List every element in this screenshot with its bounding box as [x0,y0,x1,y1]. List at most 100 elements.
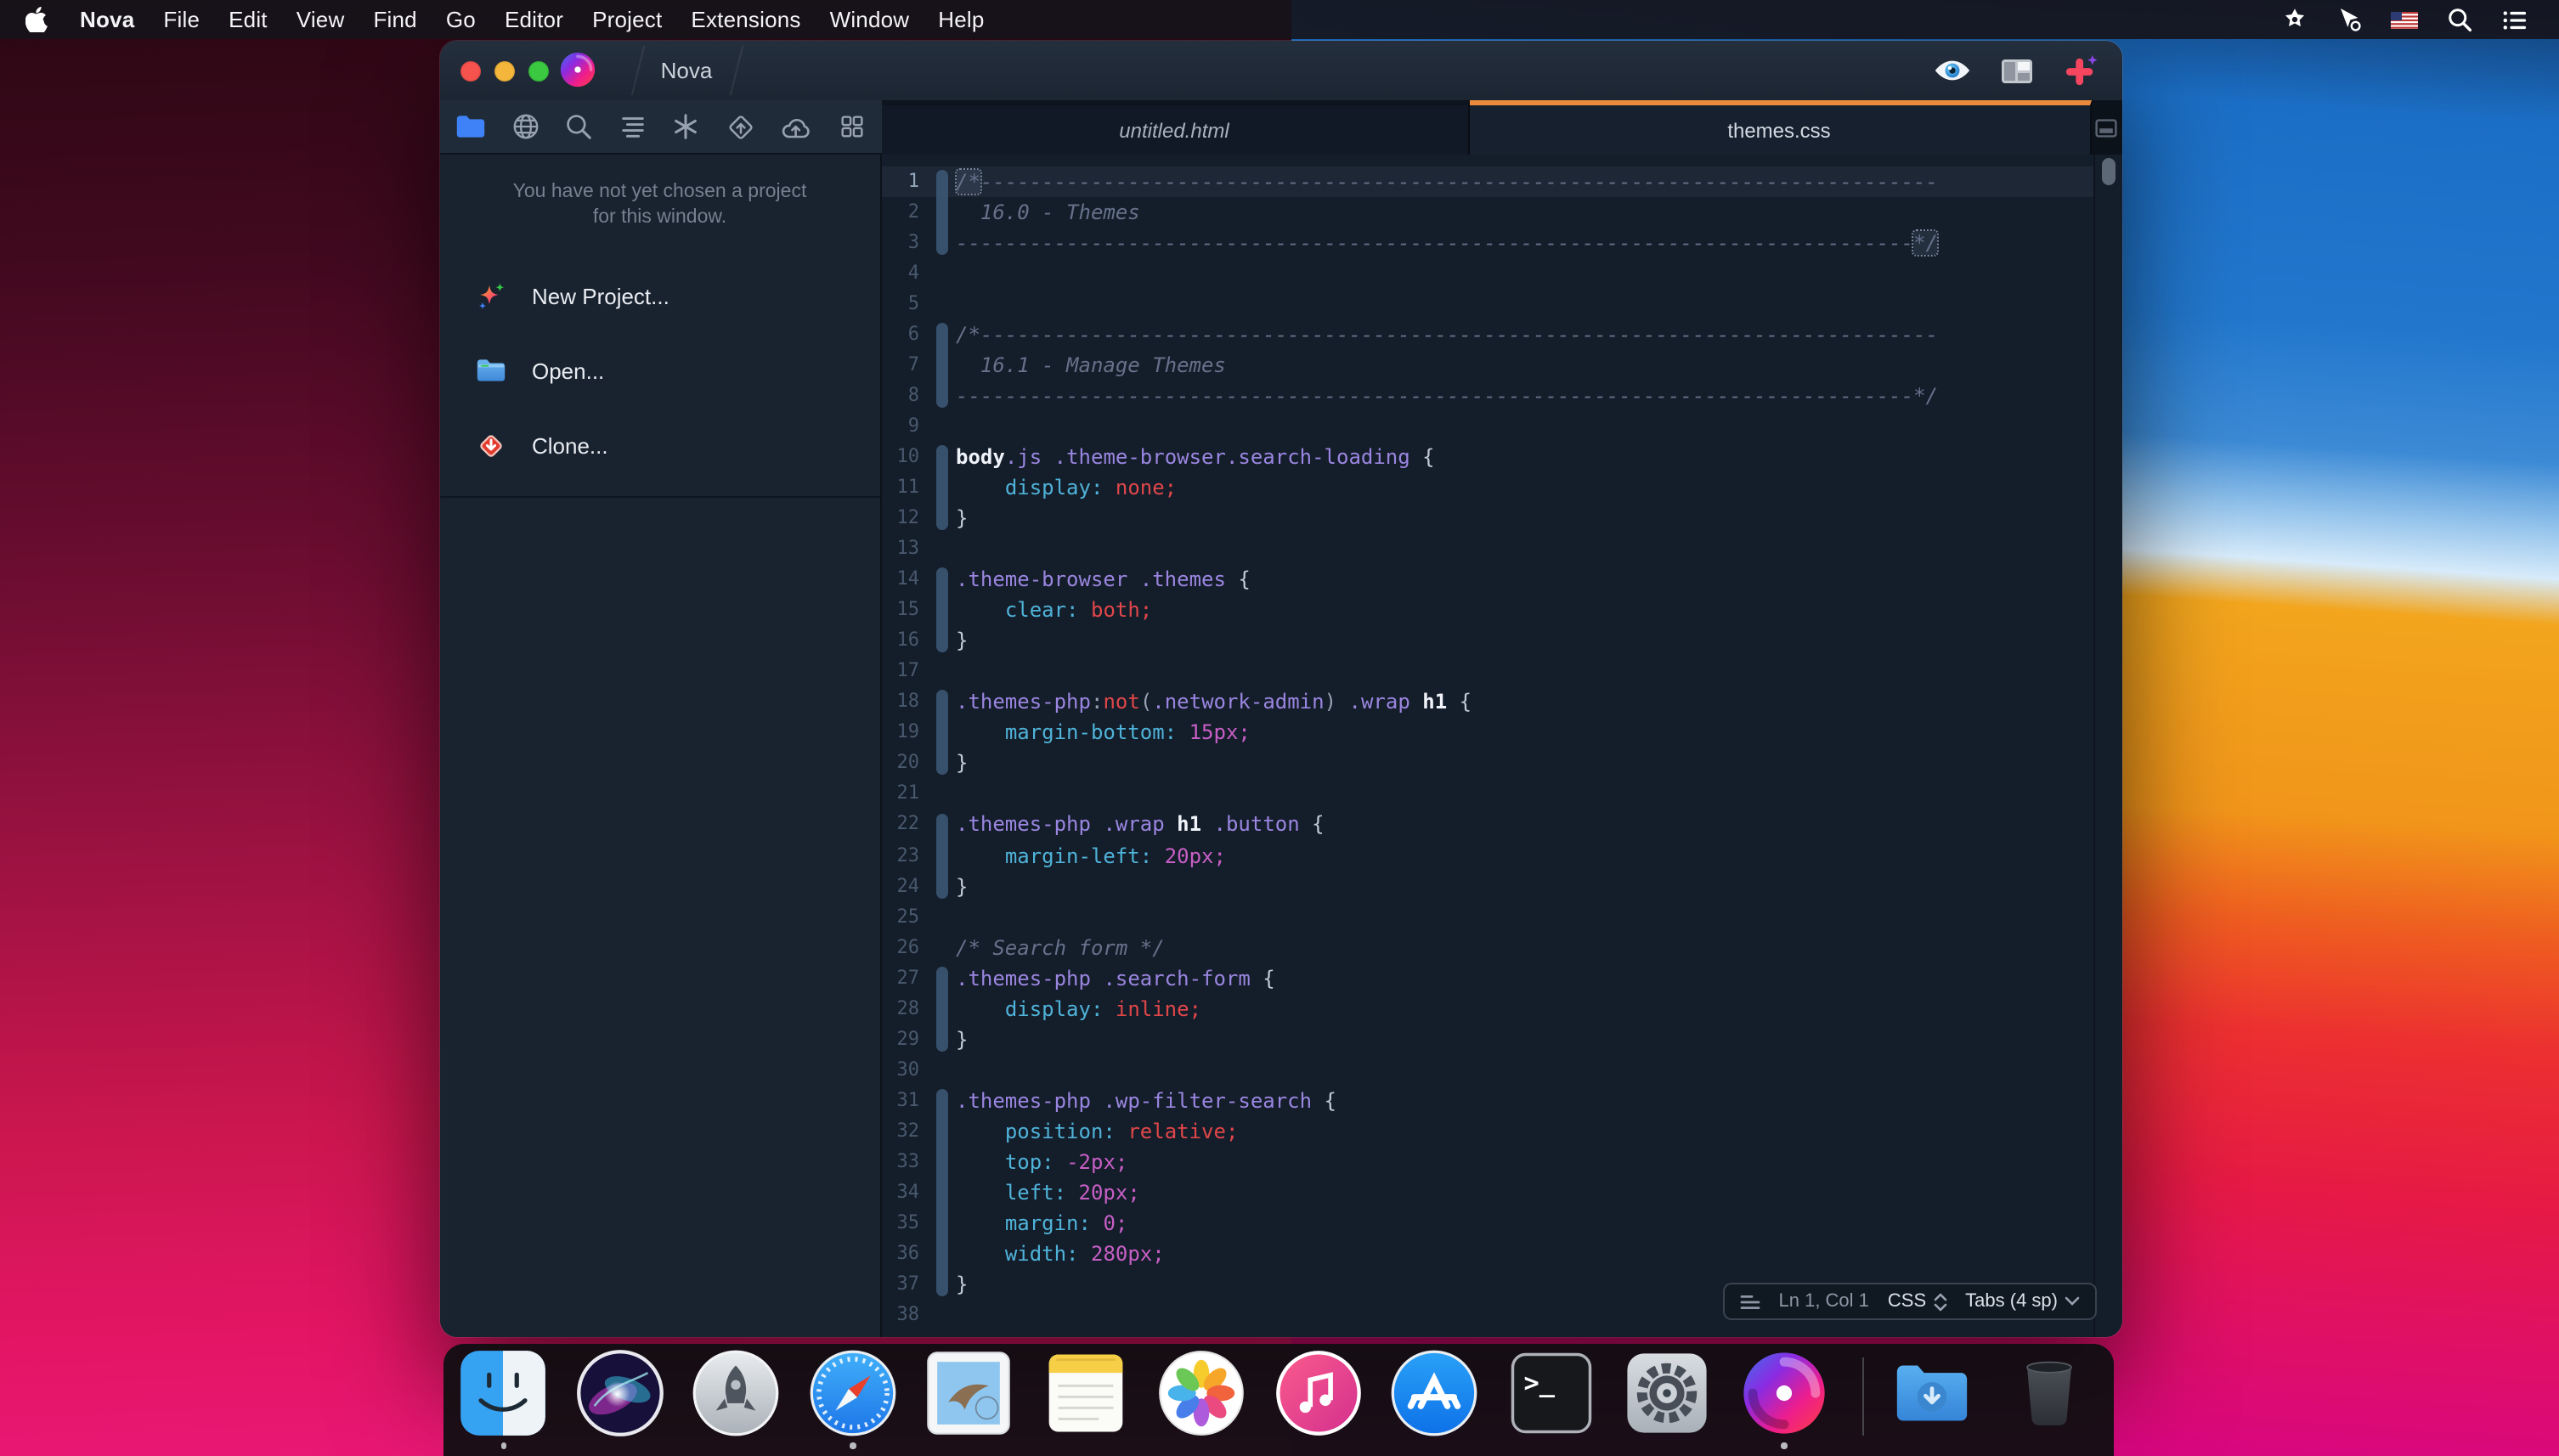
code-line[interactable]: 19 margin-bottom: 15px; [881,718,2095,748]
line-number[interactable]: 30 [881,1055,919,1086]
code-line[interactable]: 13 [881,533,2095,564]
fold-indicator[interactable] [936,967,947,1052]
action-clone[interactable]: Clone... [440,423,879,467]
dock-trash[interactable] [2004,1349,2093,1437]
fold-indicator[interactable] [936,1089,947,1297]
code-line[interactable]: 4 [881,257,2095,288]
code-line[interactable]: 6/*-------------------------------------… [881,319,2095,349]
code-line[interactable]: 17 [881,657,2095,687]
line-number[interactable]: 5 [881,288,919,319]
line-number[interactable]: 36 [881,1239,919,1269]
code-line[interactable]: 36 width: 280px; [881,1239,2095,1269]
symbols-icon[interactable] [671,112,700,141]
line-wrap-icon[interactable] [1740,1292,1760,1311]
menu-item-extensions[interactable]: Extensions [691,7,800,32]
line-number[interactable]: 29 [881,1024,919,1055]
line-number[interactable]: 14 [881,564,919,595]
code-line[interactable]: 11 display: none; [881,472,2095,503]
code-line[interactable]: 10body.js .theme-browser.search-loading … [881,442,2095,472]
line-number[interactable]: 3 [881,227,919,257]
line-number[interactable]: 19 [881,718,919,748]
line-number[interactable]: 28 [881,994,919,1024]
dock-launchpad[interactable] [692,1349,780,1437]
code-line[interactable]: 33 top: -2px; [881,1147,2095,1177]
list-icon[interactable] [2501,8,2528,31]
split-view-button[interactable] [2000,57,2034,84]
fold-indicator[interactable] [936,169,947,254]
fold-indicator[interactable] [936,445,947,530]
menu-item-go[interactable]: Go [446,7,476,32]
menu-item-edit[interactable]: Edit [229,7,268,32]
line-number[interactable]: 22 [881,810,919,840]
code-line[interactable]: 27.themes-php .search-form { [881,962,2095,993]
line-number[interactable]: 15 [881,595,919,625]
files-icon[interactable] [455,114,486,139]
line-number[interactable]: 18 [881,687,919,718]
line-number[interactable]: 24 [881,871,919,901]
menu-item-help[interactable]: Help [938,7,984,32]
dock-downloads[interactable] [1888,1349,1976,1437]
minimize-button[interactable] [494,60,515,81]
menu-item-find[interactable]: Find [373,7,416,32]
menu-item-window[interactable]: Window [830,7,910,32]
extensions-icon[interactable] [837,112,866,141]
code-line[interactable]: 25 [881,901,2095,932]
search-icon[interactable] [564,112,593,141]
code-line[interactable]: 5 [881,288,2095,319]
line-number[interactable]: 34 [881,1177,919,1208]
code-line[interactable]: 7 16.1 - Manage Themes [881,350,2095,381]
code-line[interactable]: 9 [881,411,2095,442]
title-bar[interactable]: Nova [440,41,2122,102]
new-file-button[interactable] [2063,54,2099,87]
code-line[interactable]: 15 clear: both; [881,595,2095,625]
code-line[interactable]: 14.theme-browser .themes { [881,564,2095,595]
line-number[interactable]: 9 [881,411,919,442]
code-line[interactable]: 34 left: 20px; [881,1177,2095,1208]
publish-icon[interactable] [780,113,812,140]
tab-untitled.html[interactable]: untitled.html [881,100,1469,155]
spotlight-icon[interactable] [2447,7,2472,32]
code-line[interactable]: 3---------------------------------------… [881,227,2095,257]
fold-indicator[interactable] [936,323,947,408]
line-number[interactable]: 31 [881,1086,919,1116]
dock-safari[interactable] [808,1349,896,1437]
code-line[interactable]: 35 margin: 0; [881,1208,2095,1239]
code-line[interactable]: 8---------------------------------------… [881,381,2095,411]
code-line[interactable]: 20} [881,748,2095,779]
line-number[interactable]: 10 [881,442,919,472]
apple-menu-icon[interactable] [25,7,48,32]
code-line[interactable]: 1/*-------------------------------------… [881,166,2095,196]
line-number[interactable]: 6 [881,319,919,349]
line-number[interactable]: 38 [881,1300,919,1330]
line-number[interactable]: 13 [881,533,919,564]
line-number[interactable]: 37 [881,1269,919,1300]
code-line[interactable]: 28 display: inline; [881,994,2095,1024]
avast-icon[interactable] [2282,7,2308,32]
code-line[interactable]: 21 [881,779,2095,810]
line-number[interactable]: 25 [881,901,919,932]
preview-eye-button[interactable] [1934,58,1971,83]
dock-photos[interactable] [1157,1349,1246,1437]
menu-item-nova[interactable]: Nova [80,7,134,32]
tab-themes.css[interactable]: themes.css [1469,100,2091,155]
action-new-project[interactable]: New Project... [440,274,879,318]
code-line[interactable]: 24} [881,871,2095,901]
menu-item-project[interactable]: Project [592,7,662,32]
language-selector[interactable]: CSS [1888,1291,1946,1312]
line-number[interactable]: 21 [881,779,919,810]
code-line[interactable]: 31.themes-php .wp-filter-search { [881,1086,2095,1116]
dock-siri[interactable] [575,1349,664,1437]
code-line[interactable]: 18.themes-php:not(.network-admin) .wrap … [881,687,2095,718]
line-number[interactable]: 17 [881,657,919,687]
outline-icon[interactable] [618,112,647,141]
close-button[interactable] [460,60,481,81]
dock-nova[interactable] [1739,1349,1827,1437]
line-number[interactable]: 1 [881,166,919,196]
code-line[interactable]: 22.themes-php .wrap h1 .button { [881,810,2095,840]
scrollbar-track[interactable] [2093,155,2122,1337]
line-number[interactable]: 32 [881,1116,919,1147]
dock-mail[interactable] [924,1349,1013,1437]
editor-layout-toggle[interactable] [2096,118,2118,137]
action-open[interactable]: Open... [440,348,879,392]
zoom-button[interactable] [528,60,549,81]
